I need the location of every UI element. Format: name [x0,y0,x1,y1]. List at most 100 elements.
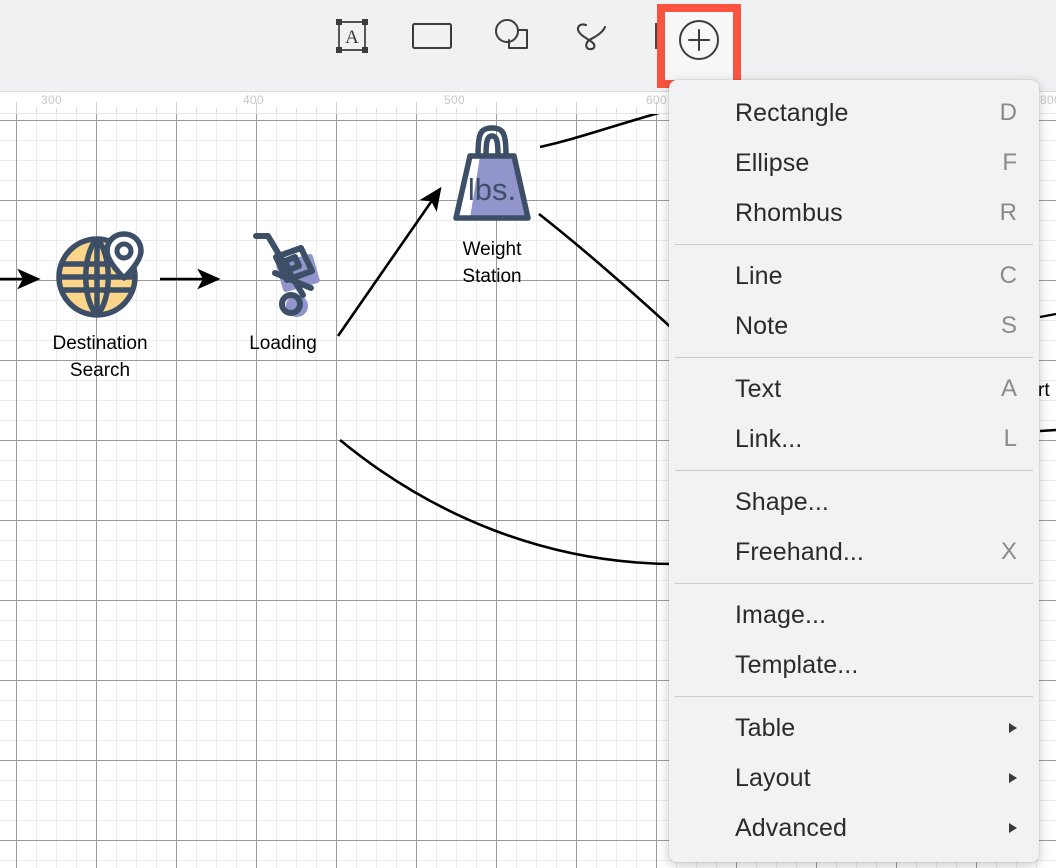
insert-menu[interactable]: Rectangle D Ellipse F RhombusR Line C Note S Text… [669,80,1039,862]
ruler-tick-minor [456,108,457,113]
menu-item-label: Text [735,375,781,404]
ruler-tick-minor [516,108,517,113]
menu-item-ellipse[interactable]: Ellipse F [669,138,1039,188]
chevron-right-icon [1009,773,1017,783]
menu-item-advanced[interactable]: Advanced [669,803,1039,853]
menu-item-table[interactable]: Table [669,703,1039,753]
menu-item-label: Rhombus [735,199,843,228]
menu-separator [675,696,1033,697]
ruler-tick-minor [56,108,57,113]
ruler-label: 300 [41,93,62,107]
menu-item-label: Line [735,262,783,291]
menu-item-template[interactable]: Template... [669,640,1039,690]
ruler-tick-minor [216,108,217,113]
menu-item-label: Shape... [735,488,829,517]
menu-item-note[interactable]: Note S [669,301,1039,351]
menu-item-shortcut: D [1000,99,1017,127]
ruler-tick-major [496,102,497,113]
ruler-tick-minor [276,108,277,113]
freehand-scribble-icon [571,17,613,55]
menu-separator [675,470,1033,471]
menu-item-shortcut: X [1001,538,1017,566]
ruler-tick-minor [296,108,297,113]
menu-item-text[interactable]: Text A [669,364,1039,414]
weight-station-label: Weight Station [426,237,558,291]
menu-item-label: Advanced [735,814,847,843]
shapes-icon [492,17,532,55]
weight-icon-text: lbs. [468,172,516,207]
loading-label: Loading [218,331,348,358]
menu-item-rectangle[interactable]: Rectangle D [669,88,1039,138]
ruler-tick-major [576,102,577,113]
ruler-label: 400 [243,93,264,107]
chevron-right-icon [1009,823,1017,833]
menu-item-label: Image... [735,601,826,630]
menu-item-line[interactable]: Line C [669,251,1039,301]
ruler-tick-minor [376,108,377,113]
ruler-tick-minor [616,108,617,113]
ruler-tick-minor [156,108,157,113]
ruler-tick-minor [436,108,437,113]
ruler-tick-minor [196,108,197,113]
menu-separator [675,357,1033,358]
ruler-label: 600 [646,93,667,107]
ruler-tick-minor [556,108,557,113]
menu-separator [675,583,1033,584]
menu-item-shortcut: L [1004,425,1017,453]
hand-truck-box-icon [218,226,348,327]
ruler-label: 800 [1040,93,1056,107]
menu-item-label: Link... [735,425,802,454]
menu-separator [675,244,1033,245]
ruler-tick-major [96,102,97,113]
ruler-tick-minor [316,108,317,113]
ruler-tick-minor [136,108,137,113]
menu-item-image[interactable]: Image... [669,590,1039,640]
menu-item-label: Table [735,714,795,743]
ruler-tick-minor [116,108,117,113]
loading-node[interactable]: Loading [218,226,348,358]
menu-item-shortcut: S [1001,312,1017,340]
menu-item-rhombus[interactable]: RhombusR [669,188,1039,238]
destination-search-node[interactable]: Destination Search [22,226,178,385]
ruler-tick-minor [536,108,537,113]
menu-item-label: Template... [735,651,858,680]
menu-item-freehand[interactable]: Freehand... X [669,527,1039,577]
weight-station-node[interactable]: lbs. Weight Station [426,118,558,291]
ruler-tick-minor [36,108,37,113]
chevron-right-icon [1009,723,1017,733]
ruler-tick-major [16,102,17,113]
ruler-tick-minor [396,108,397,113]
menu-item-shortcut: F [1002,149,1017,177]
weight-lbs-icon: lbs. [426,118,558,233]
rectangle-tool[interactable] [410,14,454,58]
ruler-tick-minor [596,108,597,113]
ruler-tick-major [336,102,337,113]
globe-location-pin-icon [22,226,178,327]
menu-item-shortcut: A [1001,375,1017,403]
menu-item-label: Rectangle [735,99,848,128]
menu-item-label: Ellipse [735,149,809,178]
freehand-tool[interactable] [570,14,614,58]
plus-circle-icon [677,18,721,67]
top-toolbar: A [0,0,1056,92]
menu-item-shape[interactable]: Shape... [669,477,1039,527]
text-box-tool[interactable]: A [330,14,374,58]
clipped-edge-label: rt [1038,380,1050,402]
ruler-label: 500 [444,93,465,107]
ruler-tick-minor [236,108,237,113]
diagram-editor-window: A [0,0,1056,868]
menu-item-link[interactable]: Link... L [669,414,1039,464]
menu-item-layout[interactable]: Layout [669,753,1039,803]
shapes-tool[interactable] [490,14,534,58]
destination-search-label: Destination Search [22,331,178,385]
insert-tool[interactable] [676,19,722,65]
text-box-icon: A [333,17,371,55]
menu-item-label: Freehand... [735,538,864,567]
ruler-tick-minor [356,108,357,113]
ruler-tick-major [416,102,417,113]
ruler-tick-minor [476,108,477,113]
ruler-tick-minor [636,108,637,113]
menu-item-shortcut: C [1000,262,1017,290]
menu-item-label: Note [735,312,788,341]
svg-text:A: A [345,27,359,48]
